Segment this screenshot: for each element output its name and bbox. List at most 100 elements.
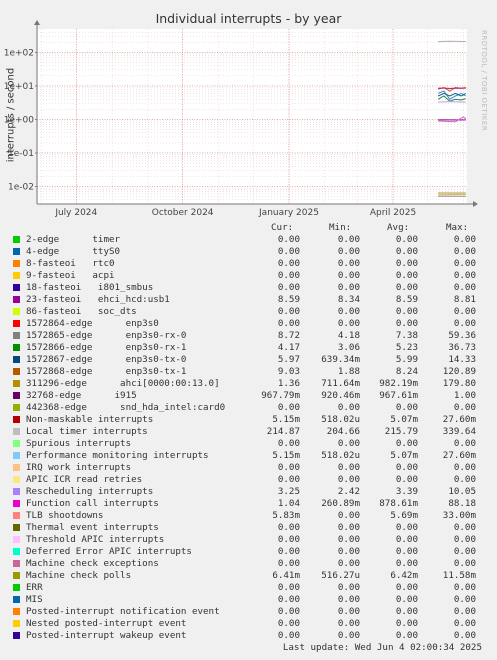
legend-swatch [13,416,20,423]
legend-avg-value: 982.19m [379,378,418,389]
legend-avg-value: 878.61m [379,498,418,509]
legend-row: Local timer interrupts 214.87 204.66 215.79… [0,426,497,438]
legend-avg-value: 3.39 [395,486,418,497]
legend-series-name: 86-fasteoi soc_dts [26,306,137,317]
legend-avg-value: 0.00 [395,558,418,569]
legend-series-name: Rescheduling interrupts [26,486,154,497]
legend-series-name: 32768-edge i915 [26,390,137,401]
legend-cur-value: 0.00 [277,522,300,533]
legend-row: Threshold APIC interrupts 0.00 0.00 0.00 0.0… [0,534,497,546]
legend-cur-value: 967.79m [261,390,300,401]
legend-swatch [13,452,20,459]
legend-row: Posted-interrupt wakeup event 0.00 0.00 0.0… [0,630,497,642]
legend-series-name: Machine check exceptions [26,558,159,569]
legend-avg-value: 5.99 [395,354,418,365]
legend-series-name: 1572866-edge enp3s0-rx-1 [26,342,187,353]
legend-row: 9-fasteoi acpi 0.00 0.00 0.00 0.00 [0,270,497,282]
legend-header-max: Max: [446,222,469,233]
legend-max-value: 0.00 [453,618,476,629]
legend-series-name: IRQ work interrupts [26,462,132,473]
legend-min-value: 0.00 [337,594,360,605]
legend-min-value: 260.89m [321,498,360,509]
legend-min-value: 0.00 [337,306,360,317]
legend-min-value: 1.88 [337,366,360,377]
legend-cur-value: 0.00 [277,594,300,605]
legend-row: APIC ICR read retries 0.00 0.00 0.00 0.00 [0,474,497,486]
legend-cur-value: 5.83m [272,510,300,521]
legend-series-name: Nested posted-interrupt event [26,618,187,629]
legend-min-value: 0.00 [337,282,360,293]
legend-series-name: Local timer interrupts [26,426,148,437]
legend-cur-value: 5.97 [277,354,300,365]
plot-background [37,29,467,204]
legend-max-value: 0.00 [453,558,476,569]
legend-avg-value: 0.00 [395,438,418,449]
legend-min-value: 3.06 [337,342,360,353]
legend-series-name: MIS [26,594,43,605]
legend-min-value: 0.00 [337,630,360,641]
legend-cur-value: 0.00 [277,474,300,485]
legend-avg-value: 967.61m [379,390,418,401]
y-tick-label: 1e-01 [8,149,34,159]
legend-cur-value: 1.36 [277,378,300,389]
legend-cur-value: 0.00 [277,246,300,257]
legend-min-value: 920.46m [321,390,360,401]
legend-max-value: 0.00 [453,258,476,269]
legend-max-value: 0.00 [453,630,476,641]
legend-series-name: 9-fasteoi acpi [26,270,115,281]
legend-series-name: TLB shootdowns [26,510,104,521]
legend-swatch [13,536,20,543]
legend-max-value: 0.00 [453,282,476,293]
legend-max-value: 0.00 [453,582,476,593]
legend-max-value: 0.00 [453,438,476,449]
legend-min-value: 0.00 [337,606,360,617]
legend-series-name: Function call interrupts [26,498,159,509]
legend-avg-value: 0.00 [395,546,418,557]
legend-max-value: 0.00 [453,270,476,281]
legend-avg-value: 5.69m [390,510,418,521]
legend-avg-value: 6.42m [390,570,418,581]
legend-avg-value: 0.00 [395,270,418,281]
legend-swatch [13,476,20,483]
legend-min-value: 0.00 [337,582,360,593]
legend-row: Machine check exceptions 0.00 0.00 0.00 0.00 [0,558,497,570]
legend-series-name: 1572865-edge enp3s0-rx-0 [26,330,187,341]
legend-max-value: 8.81 [453,294,476,305]
legend-avg-value: 0.00 [395,522,418,533]
legend-max-value: 11.58m [442,570,476,581]
legend-row: 86-fasteoi soc_dts 0.00 0.00 0.00 0.00 [0,306,497,318]
legend-swatch [13,272,20,279]
legend-min-value: 518.02u [321,414,360,425]
legend-cur-value: 214.87 [266,426,300,437]
legend-avg-value: 0.00 [395,618,418,629]
legend-avg-value: 0.00 [395,462,418,473]
legend-cur-value: 0.00 [277,402,300,413]
legend-cur-value: 0.00 [277,630,300,641]
x-tick-label: October 2024 [152,208,214,218]
legend-series-name: Spurious interrupts [26,438,132,449]
legend-series-name: APIC ICR read retries [26,474,143,485]
legend-avg-value: 0.00 [395,234,418,245]
legend-swatch [13,584,20,591]
legend-row: Function call interrupts 1.04 260.89m 878.6… [0,498,497,510]
legend-max-value: 120.89 [442,366,476,377]
legend-cur-value: 9.03 [277,366,300,377]
y-axis-arrow [34,20,40,25]
legend-swatch [13,380,20,387]
legend-min-value: 711.64m [321,378,360,389]
legend-series-name: Deferred Error APIC interrupts [26,546,192,557]
legend-min-value: 0.00 [337,618,360,629]
legend-series-name: ERR [26,582,43,593]
y-tick-label: 1e+02 [4,48,34,58]
legend-swatch [13,332,20,339]
legend-row: Posted-interrupt notification event 0.00 0… [0,606,497,618]
legend-series-name: Threshold APIC interrupts [26,534,165,545]
y-tick-label: 1e-02 [8,182,34,192]
legend-min-value: 0.00 [337,318,360,329]
legend-series-name: Machine check polls [26,570,132,581]
legend-row: 1572865-edge enp3s0-rx-0 8.72 4.18 7.38 59.3… [0,330,497,342]
legend-row: 32768-edge i915 967.79m 920.46m 967.61m 1.00 [0,390,497,402]
legend-max-value: 10.05 [448,486,476,497]
legend-min-value: 0.00 [337,234,360,245]
legend-series-name: 8-fasteoi rtc0 [26,258,115,269]
